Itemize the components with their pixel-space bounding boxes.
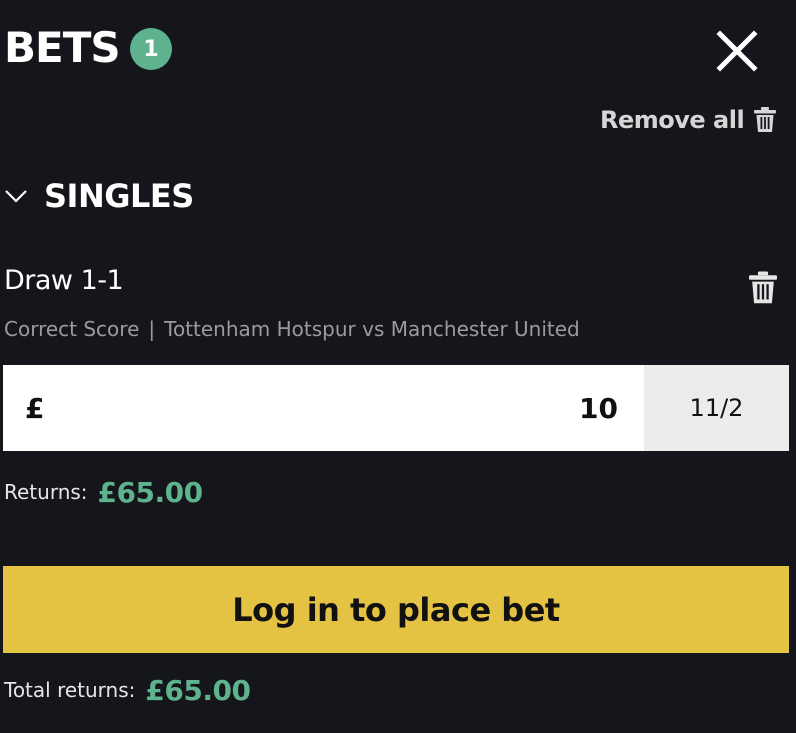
bet-count-badge: 1 bbox=[130, 28, 172, 70]
remove-bet-button[interactable] bbox=[744, 268, 782, 308]
total-returns: Total returns: £65.00 bbox=[4, 670, 251, 710]
remove-all-label: Remove all bbox=[600, 106, 745, 134]
currency-symbol: £ bbox=[25, 391, 45, 425]
trash-icon bbox=[749, 271, 777, 304]
bet-returns: Returns: £65.00 bbox=[4, 472, 203, 512]
market-separator: | bbox=[148, 317, 156, 341]
stake-field[interactable]: £ bbox=[3, 365, 644, 451]
singles-section-toggle[interactable]: SINGLES bbox=[4, 174, 194, 218]
chevron-down-icon bbox=[5, 190, 27, 203]
odds-display: 11/2 bbox=[644, 365, 789, 451]
trash-icon bbox=[754, 107, 777, 132]
market-info: Correct Score | Tottenham Hotspur vs Man… bbox=[4, 314, 580, 344]
event-name: Tottenham Hotspur vs Manchester United bbox=[164, 317, 580, 341]
stake-input[interactable] bbox=[65, 391, 618, 425]
remove-all-button[interactable]: Remove all bbox=[600, 100, 777, 140]
returns-value: £65.00 bbox=[97, 475, 204, 509]
section-title: SINGLES bbox=[44, 177, 194, 215]
selection-name: Draw 1-1 bbox=[4, 265, 124, 296]
market-name: Correct Score bbox=[4, 317, 140, 341]
total-returns-label: Total returns: bbox=[4, 678, 136, 702]
page-title: BETS bbox=[4, 23, 121, 72]
total-returns-value: £65.00 bbox=[145, 673, 251, 707]
login-to-place-bet-button[interactable]: Log in to place bet bbox=[3, 566, 789, 653]
returns-label: Returns: bbox=[4, 480, 88, 504]
close-icon bbox=[716, 30, 758, 72]
close-button[interactable] bbox=[712, 26, 762, 76]
